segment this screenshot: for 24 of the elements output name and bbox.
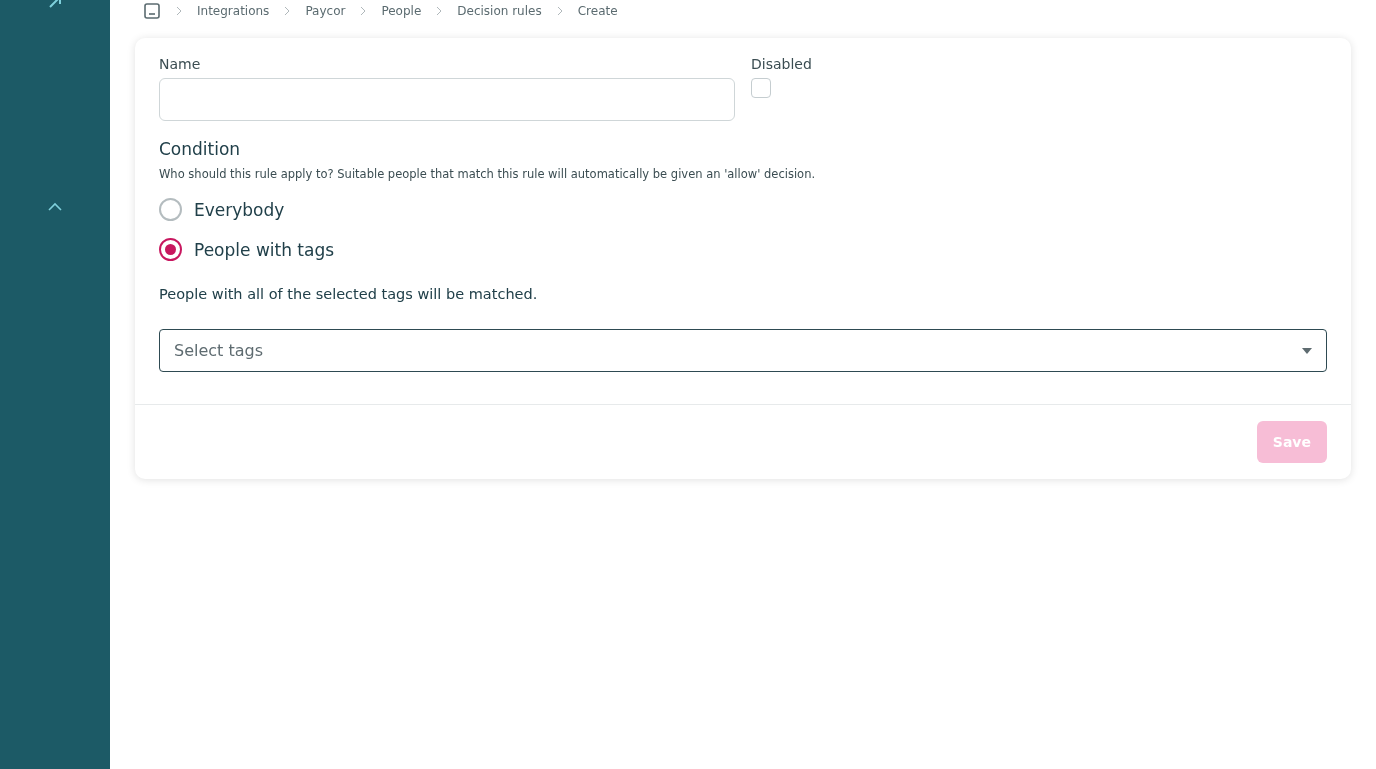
breadcrumb-link[interactable]: Create — [577, 4, 618, 18]
chevron-up-icon[interactable] — [47, 202, 63, 212]
breadcrumb-link[interactable]: Paycor — [305, 4, 346, 18]
help-text: Who should this rule apply to? Suitable people that match this rule will automatically be given an 'allow' decision. — [159, 167, 817, 181]
option-label[interactable]: People with tags — [194, 239, 335, 260]
option-label[interactable]: Everybody — [194, 199, 285, 220]
name-input[interactable] — [159, 78, 735, 121]
chevron-right-icon — [359, 6, 368, 16]
breadcrumb-link[interactable]: Decision rules — [457, 4, 542, 18]
field-label: Name — [159, 56, 202, 72]
field-label: Disabled — [751, 56, 812, 72]
radio-button[interactable] — [159, 198, 182, 221]
radio-button[interactable] — [159, 238, 182, 261]
chevron-right-icon — [283, 6, 292, 16]
home-icon[interactable] — [143, 2, 161, 20]
help-text: People with all of the selected tags will be matched. — [159, 286, 539, 302]
breadcrumb-link[interactable]: People — [381, 4, 422, 18]
chevron-right-icon — [435, 6, 444, 16]
section-title: Condition — [159, 139, 242, 159]
breadcrumb-link[interactable]: Integrations — [197, 4, 270, 18]
chevron-right-icon — [175, 6, 183, 16]
caret-icon — [1302, 347, 1312, 354]
chevron-right-icon — [555, 6, 564, 16]
tags-select[interactable]: Select tags — [159, 329, 1327, 372]
